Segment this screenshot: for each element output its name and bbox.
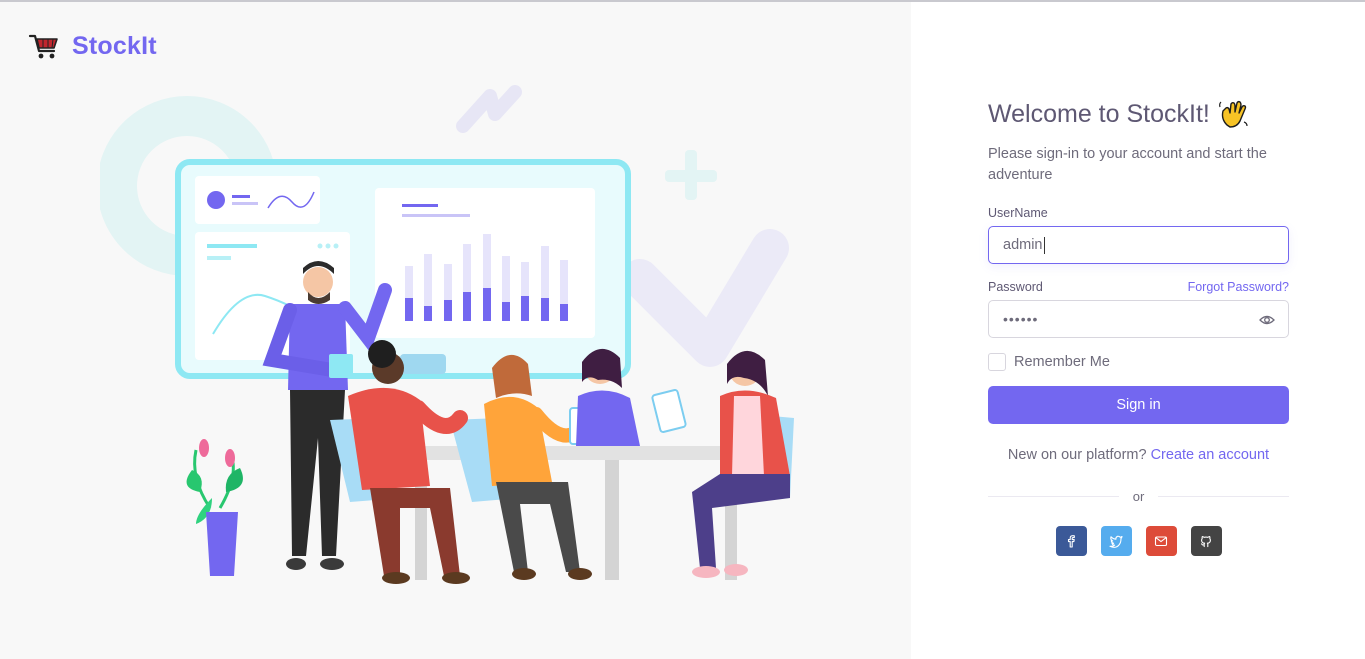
github-icon — [1201, 536, 1211, 548]
mail-icon — [1154, 536, 1168, 547]
email-login-button[interactable] — [1145, 526, 1177, 556]
twitter-login-button[interactable] — [1100, 526, 1132, 556]
welcome-title: Welcome to StockIt! — [988, 96, 1289, 132]
github-login-button[interactable] — [1190, 526, 1222, 556]
create-account-link[interactable]: Create an account — [1151, 447, 1270, 463]
register-prompt-text: New on our platform? — [1007, 447, 1147, 463]
username-value: admin — [1003, 237, 1043, 253]
waving-hand-icon — [1218, 100, 1248, 128]
remember-me-label[interactable]: Remember Me — [1014, 354, 1110, 370]
password-label-row: Password Forgot Password? — [988, 280, 1289, 294]
username-label: UserName — [988, 206, 1048, 220]
password-value: •••••• — [1003, 311, 1039, 327]
welcome-title-text: Welcome to StockIt! — [988, 99, 1210, 128]
shopping-cart-icon — [28, 34, 58, 59]
or-divider: or — [988, 489, 1289, 504]
divider-line-left — [988, 496, 1119, 497]
sign-in-button[interactable]: Sign in — [988, 386, 1289, 424]
divider-text: or — [1132, 489, 1145, 504]
forgot-password-link[interactable]: Forgot Password? — [1188, 280, 1289, 294]
eye-icon[interactable] — [1259, 312, 1275, 328]
brand-logo-link[interactable]: StockIt — [28, 30, 157, 62]
login-form: Welcome to StockIt! Please sign-in to yo… — [988, 96, 1289, 556]
twitter-icon — [1109, 535, 1123, 548]
login-panel: Welcome to StockIt! Please sign-in to yo… — [911, 2, 1365, 659]
team-meeting-illustration — [100, 85, 794, 584]
remember-me-checkbox[interactable] — [988, 353, 1006, 371]
text-caret — [1043, 236, 1045, 254]
remember-me-row: Remember Me — [988, 353, 1289, 371]
brand-name: StockIt — [72, 31, 157, 60]
welcome-subtitle: Please sign-in to your account and start… — [988, 146, 1267, 183]
divider-line-right — [1158, 496, 1289, 497]
username-label-row: UserName — [988, 206, 1289, 220]
password-label: Password — [988, 280, 1043, 294]
social-login-buttons — [988, 526, 1289, 556]
register-prompt: New on our platform? Create an account — [988, 447, 1289, 463]
username-input[interactable]: admin — [988, 226, 1289, 264]
illustration-panel: StockIt — [0, 2, 911, 659]
password-input[interactable]: •••••• — [988, 300, 1289, 338]
facebook-login-button[interactable] — [1055, 526, 1087, 556]
facebook-icon — [1067, 535, 1075, 548]
